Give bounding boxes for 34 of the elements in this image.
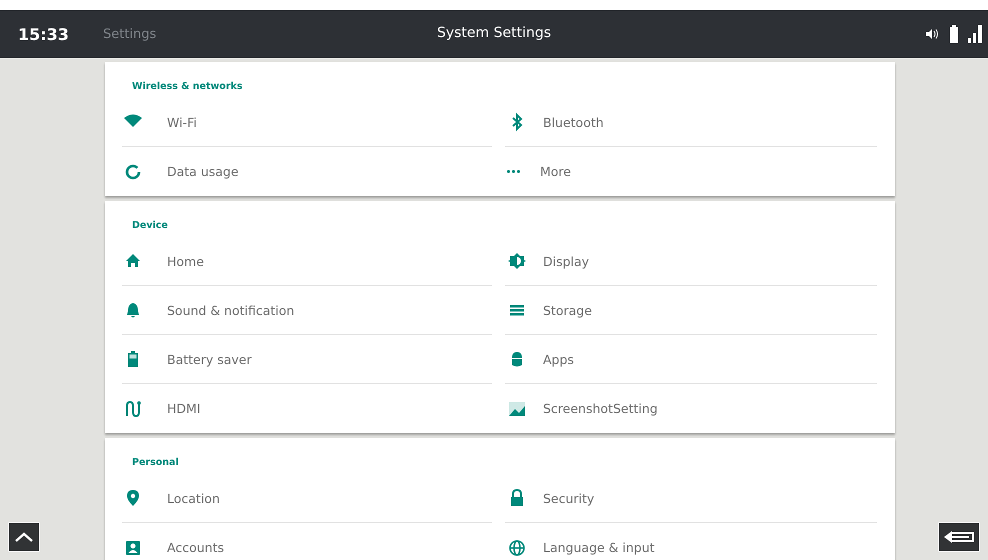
clock: 15:33	[18, 24, 70, 44]
app-label: Settings	[103, 26, 156, 42]
settings-item[interactable]: Location	[122, 474, 492, 523]
settings-item[interactable]: Home	[122, 237, 492, 286]
settings-item[interactable]: More	[505, 147, 877, 196]
settings-item[interactable]: Bluetooth	[505, 98, 877, 147]
globe-icon	[507, 538, 527, 558]
chevron-up-icon	[14, 532, 34, 542]
battery-icon	[950, 25, 958, 43]
settings-item[interactable]: ScreenshotSetting	[505, 384, 877, 433]
settings-item[interactable]: Security	[505, 474, 877, 523]
section-header: Personal	[132, 457, 179, 468]
cable-icon	[123, 398, 143, 418]
more-dots-icon	[507, 170, 520, 173]
speaker-icon	[926, 29, 940, 39]
settings-item[interactable]: Apps	[505, 335, 877, 384]
settings-item[interactable]: Accounts	[122, 523, 492, 560]
ring-icon	[123, 162, 143, 182]
settings-item[interactable]: Storage	[505, 286, 877, 335]
settings-item[interactable]: Battery saver	[122, 335, 492, 384]
settings-item[interactable]: HDMI	[122, 384, 492, 433]
settings-item[interactable]: Language & input	[505, 523, 877, 560]
window-title: System Settings	[436, 25, 552, 41]
section-header: Device	[132, 220, 168, 231]
back-arrow-icon	[943, 530, 975, 544]
back-button[interactable]	[938, 522, 980, 552]
section-header: Wireless & networks	[132, 81, 242, 92]
settings-item[interactable]: Wi-Fi	[122, 98, 492, 147]
scroll-up-button[interactable]	[8, 522, 40, 552]
signal-icon	[968, 25, 982, 43]
settings-item[interactable]: Display	[505, 237, 877, 286]
brightness-icon	[507, 251, 527, 271]
settings-item[interactable]: Data usage	[122, 147, 492, 196]
settings-item[interactable]: Sound & notification	[122, 286, 492, 335]
